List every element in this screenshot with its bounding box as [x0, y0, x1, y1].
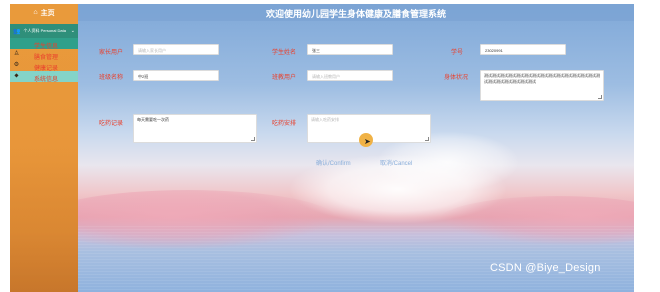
person-icon: ♙: [13, 51, 20, 57]
resize-handle-icon[interactable]: [425, 137, 429, 141]
brand-label: 主页: [40, 9, 55, 17]
class-name-input[interactable]: 中2班: [133, 70, 219, 81]
sidebar-item-meal[interactable]: ♙ 膳食管理: [10, 49, 78, 61]
tag-icon: ⬥: [14, 73, 19, 79]
teacher-account-input[interactable]: 请输入班教用户: [307, 70, 393, 81]
cursor-icon: ➤: [364, 137, 371, 146]
body-condition-label: 身体状况: [444, 75, 469, 81]
main-area: 欢迎使用幼儿园学生身体健康及膳食管理系统 家长用户 请输入家长用户 学生姓名 张…: [78, 4, 634, 292]
resize-handle-icon[interactable]: [598, 95, 602, 99]
medication-plan-label: 吃药安排: [272, 121, 297, 127]
sidebar-brand[interactable]: ⌂ 主页: [10, 4, 78, 21]
watermark: CSDN @Biye_Design: [490, 262, 601, 274]
student-id-label: 学号: [451, 50, 464, 56]
confirm-button[interactable]: 确认/Confirm: [316, 158, 351, 167]
sidebar: ⌂ 主页 👥 个人资料 Personal Data ⌄ 学生信息 ♙ 膳食管理 …: [10, 4, 78, 292]
medication-record-textarea[interactable]: 每天需要吃一次药: [133, 114, 257, 143]
medication-record-label: 吃药记录: [99, 121, 124, 127]
resize-handle-icon[interactable]: [251, 137, 255, 141]
users-icon: 👥: [13, 28, 21, 35]
medication-plan-placeholder: 请输入吃药安排: [311, 117, 339, 122]
body-condition-textarea[interactable]: 测试测试测试测试测试测试测试测试测试测试测试测试测试测试测试测试测试测试测试测试…: [480, 70, 604, 101]
chevron-down-icon: ⌄: [70, 28, 75, 34]
student-name-input[interactable]: 张三: [307, 44, 393, 55]
cancel-button[interactable]: 取消/Cancel: [380, 158, 412, 167]
home-icon: ⌂: [33, 9, 38, 16]
app-frame: ⌂ 主页 👥 个人资料 Personal Data ⌄ 学生信息 ♙ 膳食管理 …: [0, 0, 660, 292]
user-menu[interactable]: 👥 个人资料 Personal Data ⌄: [10, 24, 78, 38]
user-menu-label: 个人资料 Personal Data: [23, 28, 66, 33]
class-name-label: 班级名称: [99, 75, 124, 81]
student-name-label: 学生姓名: [272, 50, 297, 56]
body-condition-text: 测试测试测试测试测试测试测试测试测试测试测试测试测试测试测试测试测试测试测试测试…: [484, 73, 600, 84]
settings-icon: ⚙: [13, 62, 20, 68]
background-water: [78, 226, 634, 292]
parent-account-label: 家长用户: [99, 50, 124, 56]
sidebar-item-health[interactable]: ⚙ 健康记录: [10, 60, 78, 72]
sidebar-decoration: [10, 142, 78, 292]
sidebar-item-system[interactable]: ⬥ 系统信息: [10, 71, 78, 83]
parent-account-input[interactable]: 请输入家长用户: [133, 44, 219, 55]
sidebar-item-label: 系统信息: [34, 77, 59, 83]
student-id-input[interactable]: 23020991: [480, 44, 566, 55]
teacher-account-label: 班教用户: [272, 75, 297, 81]
page-title: 欢迎使用幼儿园学生身体健康及膳食管理系统: [265, 9, 446, 19]
sidebar-item-student-info[interactable]: 学生信息: [10, 38, 78, 50]
medication-record-text: 每天需要吃一次药: [137, 117, 169, 122]
